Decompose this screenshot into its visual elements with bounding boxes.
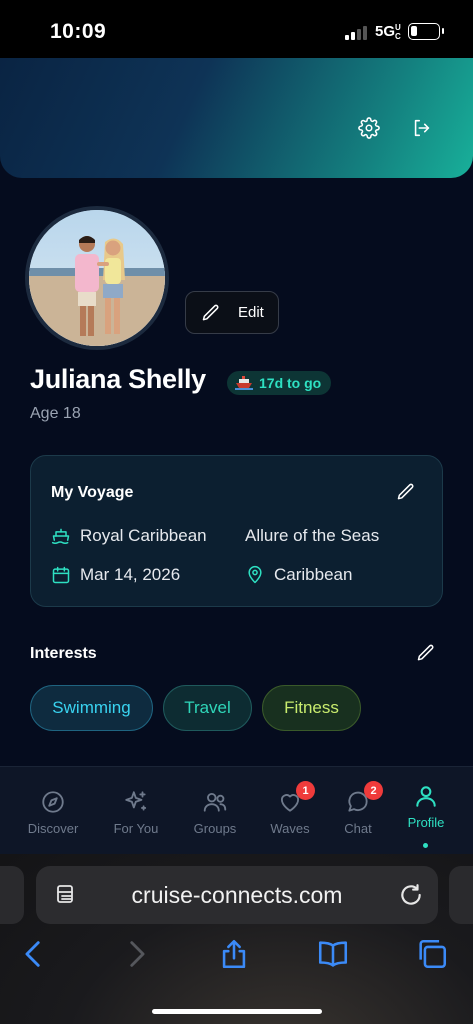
nav-profile[interactable]: Profile (386, 783, 466, 830)
user-icon (416, 786, 436, 807)
ship-icon (51, 528, 70, 545)
network-indicator: 5GUC (375, 23, 401, 41)
share-icon (222, 939, 246, 969)
countdown-text: 17d to go (259, 375, 322, 391)
tabs-button[interactable] (414, 936, 450, 972)
nav-groups[interactable]: Groups (175, 789, 255, 836)
pencil-icon (397, 483, 414, 500)
next-tab-peek[interactable] (449, 866, 473, 924)
waves-badge: 1 (296, 781, 315, 800)
ship-icon (235, 376, 253, 390)
chevron-left-icon (25, 941, 40, 967)
gear-icon[interactable] (357, 116, 381, 140)
url-text: cruise-connects.com (131, 881, 343, 908)
interest-chip-travel[interactable]: Travel (163, 685, 252, 731)
pencil-icon (417, 644, 434, 661)
voyage-cruise-line: Royal Caribbean (51, 526, 207, 546)
users-icon (203, 792, 227, 812)
countdown-badge: 17d to go (227, 371, 332, 395)
edit-interests-button[interactable] (416, 643, 438, 665)
book-icon (318, 941, 348, 967)
edit-voyage-button[interactable] (396, 482, 418, 504)
interests-title: Interests (30, 645, 97, 662)
chat-badge: 2 (364, 781, 383, 800)
edit-profile-button[interactable]: Edit (185, 291, 279, 334)
address-bar[interactable]: cruise-connects.com (36, 866, 438, 924)
tabs-icon (419, 939, 447, 969)
home-indicator (152, 1009, 322, 1014)
status-bar: 10:09 5GUC (0, 0, 473, 58)
status-time: 10:09 (50, 20, 107, 43)
share-button[interactable] (216, 936, 252, 972)
edit-button-label: Edit (238, 304, 264, 321)
forward-button[interactable] (118, 936, 154, 972)
battery-icon (408, 23, 444, 40)
map-pin-icon (248, 565, 262, 584)
avatar (25, 206, 169, 350)
chevron-right-icon (130, 941, 145, 967)
interest-chip-swimming[interactable]: Swimming (30, 685, 153, 731)
profile-header-banner (0, 58, 473, 178)
calendar-icon (52, 566, 70, 584)
bookmarks-button[interactable] (315, 936, 351, 972)
back-button[interactable] (16, 936, 52, 972)
reload-icon[interactable] (398, 882, 424, 908)
compass-icon (42, 791, 64, 813)
profile-age: Age 18 (30, 405, 81, 422)
app-screen: Edit Juliana Shelly 17d to go Age 18 My … (0, 58, 473, 854)
voyage-ship: Allure of the Seas (245, 526, 380, 545)
active-tab-indicator (423, 843, 428, 848)
bottom-nav: Discover For You Groups Waves 1 Chat 2 P… (0, 766, 473, 854)
pencil-icon (202, 304, 219, 320)
browser-toolbar: cruise-connects.com (0, 854, 473, 1024)
logout-icon[interactable] (410, 116, 434, 140)
signal-icon (345, 26, 369, 40)
voyage-date: Mar 14, 2026 (51, 565, 180, 585)
interest-chip-fitness[interactable]: Fitness (262, 685, 361, 731)
voyage-destination: Caribbean (245, 565, 352, 585)
voyage-title: My Voyage (51, 484, 134, 501)
sparkles-icon (125, 791, 147, 811)
nav-for-you[interactable]: For You (96, 789, 176, 836)
profile-name: Juliana Shelly (30, 364, 206, 394)
nav-discover[interactable]: Discover (13, 789, 93, 836)
voyage-card: My Voyage Royal Caribbean Allure of the … (30, 455, 443, 607)
previous-tab-peek[interactable] (0, 866, 24, 924)
